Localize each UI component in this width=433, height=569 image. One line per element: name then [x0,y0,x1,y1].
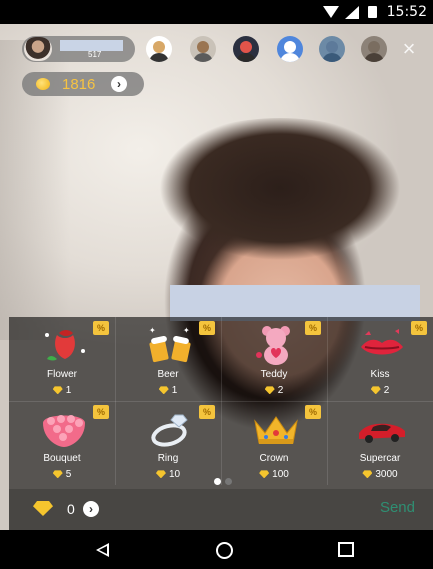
diamond-icon [264,386,275,395]
ring-icon [151,414,188,447]
effect-badge-icon: % [199,405,215,419]
gift-panel: % Flower 1 ✦ ✦ % Beer 1 % Teddy 2 % Kiss… [9,317,433,489]
battery-icon [368,6,377,18]
diamond-icon [33,501,53,516]
diamond-icon [259,470,270,479]
diamond-icon [155,470,166,479]
wifi-icon [323,6,339,18]
gift-price: 10 [115,469,221,480]
gift-name: Teddy [260,369,288,380]
close-icon[interactable]: × [398,38,420,60]
gift-beer[interactable]: ✦ ✦ % Beer 1 [115,317,221,401]
avatar-body [322,53,342,62]
svg-text:✦: ✦ [149,326,156,335]
coin-icon [36,78,50,90]
gift-flower[interactable]: % Flower 1 [9,317,115,401]
signal-icon [345,6,359,19]
gift-price: 1 [9,385,115,396]
home-icon[interactable] [216,542,233,559]
gift-name: Crown [259,453,289,464]
viewer-avatar[interactable] [190,36,216,62]
teddy-bear-icon [256,326,290,365]
avatar-head [153,41,165,53]
effect-badge-icon: % [305,321,321,335]
svg-text:✦: ✦ [183,326,190,335]
gift-price: 2 [221,385,327,396]
back-icon-inner [99,546,107,554]
gift-ring[interactable]: % Ring 10 [115,401,221,485]
avatar-head [284,41,296,53]
gift-price: 1 [115,385,221,396]
avatar-body [193,53,213,62]
rose-icon [45,330,85,361]
diamond-icon [52,386,63,395]
gift-bouquet[interactable]: % Bouquet 5 [9,401,115,485]
gift-name: Supercar [359,453,401,464]
avatar-head [326,41,338,53]
viewer-avatar[interactable] [361,36,387,62]
chevron-right-icon[interactable]: › [111,76,127,92]
lips-icon [361,329,403,355]
avatar-head [368,41,380,53]
viewer-avatar[interactable] [146,36,172,62]
gift-name: Ring [157,453,179,464]
gift-name: Bouquet [43,453,81,464]
avatar-body [280,53,300,62]
page-dot [225,478,232,485]
host-viewer-count: 517 [88,50,102,59]
gift-kiss[interactable]: % Kiss 2 [327,317,433,401]
viewer-avatar[interactable] [319,36,345,62]
gift-price: 100 [221,469,327,480]
viewer-avatar[interactable] [277,36,303,62]
gift-name: Kiss [370,369,390,380]
avatar-head [240,41,252,53]
diamond-balance: 0 [67,501,75,517]
diamond-icon [52,470,63,479]
coin-balance-value: 1816 [62,76,96,93]
recents-icon[interactable] [338,542,354,557]
effect-badge-icon: % [199,321,215,335]
send-button[interactable]: Send [380,499,415,516]
send-bar: 0 › Send [9,489,433,530]
avatar-head [197,41,209,53]
diamond-icon [370,386,381,395]
effect-badge-icon: % [411,321,427,335]
gift-supercar[interactable]: Supercar 3000 [327,401,433,485]
navigation-bar [0,530,433,569]
recharge-button[interactable]: › [83,501,99,517]
diamond-icon [362,470,373,479]
avatar-body [364,53,384,62]
effect-badge-icon: % [93,321,109,335]
host-avatar[interactable] [24,37,52,61]
host-info[interactable]: 517 [22,36,135,62]
coin-balance-pill[interactable]: 1816 › [22,72,144,96]
clock: 15:52 [386,4,427,20]
car-icon [359,423,405,443]
viewer-avatar[interactable] [233,36,259,62]
beer-icon: ✦ ✦ [149,326,191,363]
privacy-blur [170,285,420,321]
gift-crown[interactable]: % Crown 100 [221,401,327,485]
diamond-icon [158,386,169,395]
live-stream-screen: 15:52 517 × 1816 › % Flower 1 ✦ ✦ % Beer… [0,0,433,569]
gift-price: 5 [9,469,115,480]
gift-name: Flower [46,369,77,380]
status-bar: 15:52 [0,0,433,24]
bouquet-icon [43,415,85,447]
effect-badge-icon: % [305,405,321,419]
avatar-body [236,53,256,62]
avatar-body [149,53,169,62]
gift-name: Beer [157,369,179,380]
page-dot [214,478,221,485]
gift-price: 2 [327,385,433,396]
effect-badge-icon: % [93,405,109,419]
gift-price: 3000 [327,469,433,480]
crown-icon [254,416,298,444]
gift-teddy[interactable]: % Teddy 2 [221,317,327,401]
